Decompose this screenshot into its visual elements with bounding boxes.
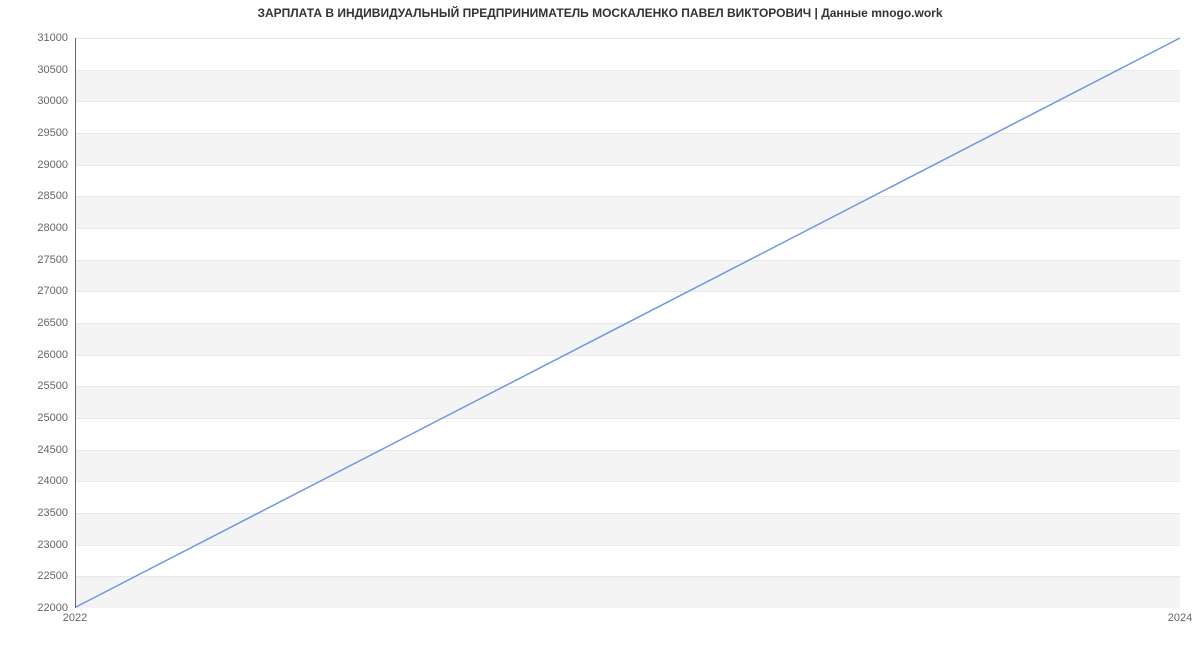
y-tick-label: 29500 bbox=[8, 127, 68, 139]
plot-area bbox=[75, 38, 1180, 608]
y-tick-label: 23000 bbox=[8, 539, 68, 551]
y-tick-label: 26500 bbox=[8, 317, 68, 329]
y-tick-label: 25500 bbox=[8, 380, 68, 392]
y-tick-label: 22000 bbox=[8, 602, 68, 614]
y-tick-label: 27500 bbox=[8, 254, 68, 266]
x-tick-label: 2022 bbox=[63, 612, 87, 624]
y-tick-label: 28500 bbox=[8, 190, 68, 202]
y-tick-label: 23500 bbox=[8, 507, 68, 519]
chart-container: ЗАРПЛАТА В ИНДИВИДУАЛЬНЫЙ ПРЕДПРИНИМАТЕЛ… bbox=[0, 0, 1200, 650]
y-tick-label: 24500 bbox=[8, 444, 68, 456]
line-series bbox=[76, 38, 1180, 607]
chart-title: ЗАРПЛАТА В ИНДИВИДУАЛЬНЫЙ ПРЕДПРИНИМАТЕЛ… bbox=[0, 6, 1200, 20]
y-tick-label: 25000 bbox=[8, 412, 68, 424]
y-tick-label: 27000 bbox=[8, 285, 68, 297]
y-tick-label: 30500 bbox=[8, 64, 68, 76]
y-tick-label: 24000 bbox=[8, 475, 68, 487]
y-tick-label: 29000 bbox=[8, 159, 68, 171]
y-tick-label: 30000 bbox=[8, 95, 68, 107]
series-line bbox=[76, 38, 1180, 607]
y-tick-label: 28000 bbox=[8, 222, 68, 234]
y-tick-label: 22500 bbox=[8, 570, 68, 582]
y-tick-label: 31000 bbox=[8, 32, 68, 44]
y-tick-label: 26000 bbox=[8, 349, 68, 361]
x-tick-label: 2024 bbox=[1168, 612, 1192, 624]
